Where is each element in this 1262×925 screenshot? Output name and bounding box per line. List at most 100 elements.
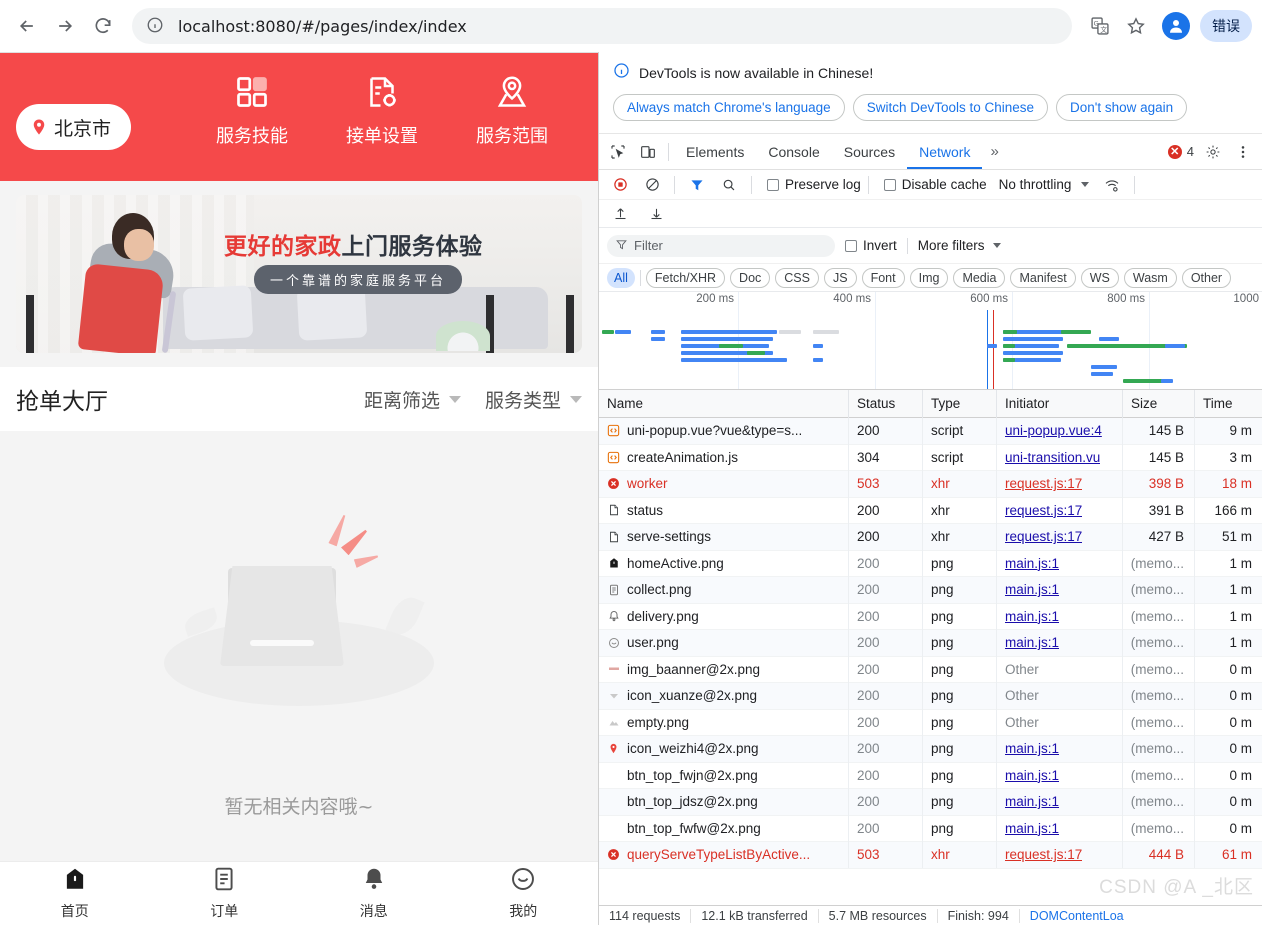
tab-messages[interactable]: 消息 [299, 866, 449, 921]
page-info-icon[interactable] [146, 16, 166, 36]
column-header-initiator[interactable]: Initiator [997, 390, 1123, 418]
initiator-link[interactable]: main.js:1 [1005, 556, 1059, 571]
table-row[interactable]: homeActive.png 200 png main.js:1 (memo... 1 m [599, 550, 1262, 577]
forward-arrow-icon[interactable] [48, 9, 82, 43]
filter-input[interactable]: Filter [607, 234, 835, 257]
more-filters-dropdown[interactable]: More filters [918, 238, 1001, 253]
table-row[interactable]: empty.png 200 png Other (memo... 0 m [599, 709, 1262, 736]
type-chip-other[interactable]: Other [1181, 267, 1232, 288]
tab-sources[interactable]: Sources [832, 134, 907, 169]
table-row[interactable]: btn_top_fwjn@2x.png 200 png main.js:1 (memo.… [599, 762, 1262, 789]
tab-orders[interactable]: 订单 [150, 866, 300, 921]
table-row[interactable]: uni-popup.vue?vue&type=s... 200 script uni-… [599, 417, 1262, 445]
table-row[interactable]: btn_top_fwfw@2x.png 200 png main.js:1 (memo.… [599, 815, 1262, 842]
tab-profile[interactable]: 我的 [449, 866, 599, 921]
initiator-link[interactable]: main.js:1 [1005, 768, 1059, 783]
type-chip-css[interactable]: CSS [775, 267, 819, 288]
initiator-link[interactable]: request.js:17 [1005, 476, 1082, 491]
network-conditions-icon[interactable] [1097, 171, 1127, 199]
tab-elements[interactable]: Elements [674, 134, 756, 169]
type-chip-media[interactable]: Media [953, 267, 1006, 288]
address-bar[interactable]: localhost:8080/#/pages/index/index [132, 8, 1072, 44]
back-arrow-icon[interactable] [10, 9, 44, 43]
type-chip-manifest[interactable]: Manifest [1010, 267, 1076, 288]
three-dot-menu-icon[interactable] [1228, 138, 1258, 166]
profile-avatar-icon[interactable] [1162, 12, 1190, 40]
city-selector[interactable]: 北京市 [16, 104, 132, 150]
checkbox-box [845, 239, 857, 252]
type-chip-js[interactable]: JS [823, 267, 857, 288]
initiator-link[interactable]: request.js:17 [1005, 529, 1082, 544]
funnel-icon[interactable] [682, 171, 712, 199]
initiator-link[interactable]: main.js:1 [1005, 821, 1059, 836]
table-row[interactable]: icon_xuanze@2x.png 200 png Other (memo... 0 m [599, 682, 1262, 710]
invert-checkbox[interactable]: Invert [845, 238, 897, 253]
inspect-element-icon[interactable] [603, 138, 633, 166]
table-row[interactable]: btn_top_jdsz@2x.png 200 png main.js:1 (memo.… [599, 788, 1262, 816]
initiator-link[interactable]: request.js:17 [1005, 847, 1082, 862]
star-icon[interactable] [1120, 10, 1152, 42]
column-header-size[interactable]: Size [1123, 390, 1195, 418]
type-chip-img[interactable]: Img [909, 267, 949, 288]
table-row[interactable]: queryServeTypeListByActive... 503 xhr reque… [599, 841, 1262, 869]
cell-size: 444 B [1123, 841, 1195, 868]
always-match-language-button[interactable]: Always match Chrome's language [613, 94, 845, 121]
filter-service-type[interactable]: 服务类型 [485, 386, 582, 413]
error-badge[interactable]: ✕ 4 [1167, 144, 1198, 159]
table-row[interactable]: user.png 200 png main.js:1 (memo... 1 m [599, 629, 1262, 657]
type-chip-fetchxhr[interactable]: Fetch/XHR [645, 267, 726, 288]
dont-show-again-button[interactable]: Don't show again [1056, 94, 1188, 121]
chevron-double-right-icon[interactable]: » [982, 143, 1006, 160]
table-row[interactable]: createAnimation.js 304 script uni-transitio… [599, 444, 1262, 471]
table-row[interactable]: delivery.png 200 png main.js:1 (memo... 1 m [599, 603, 1262, 630]
type-chip-all[interactable]: All [607, 267, 635, 288]
type-chip-font[interactable]: Font [861, 267, 905, 288]
tab-home[interactable]: 首页 [0, 866, 150, 921]
header-action-order-settings[interactable]: 接单设置 [317, 71, 447, 148]
throttling-select[interactable]: No throttling [999, 177, 1072, 192]
clear-no-entry-icon[interactable] [637, 171, 667, 199]
device-toolbar-icon[interactable] [633, 138, 663, 166]
header-action-service-area[interactable]: 服务范围 [447, 71, 577, 148]
initiator-link[interactable]: main.js:1 [1005, 635, 1059, 650]
promo-banner[interactable]: 更好的家政上门服务体验 一个靠谱的家庭服务平台 [16, 195, 582, 353]
tab-network[interactable]: Network [907, 134, 982, 169]
type-chip-wasm[interactable]: Wasm [1123, 267, 1177, 288]
translate-icon[interactable]: G 文 [1084, 10, 1116, 42]
column-header-status[interactable]: Status [849, 390, 923, 418]
filter-distance[interactable]: 距离筛选 [364, 386, 461, 413]
initiator-link[interactable]: main.js:1 [1005, 741, 1059, 756]
chevron-down-icon[interactable] [1081, 182, 1090, 187]
tab-console[interactable]: Console [756, 134, 831, 169]
table-row[interactable]: status 200 xhr request.js:17 391 B 166 m [599, 497, 1262, 524]
initiator-link[interactable]: request.js:17 [1005, 503, 1082, 518]
switch-to-chinese-button[interactable]: Switch DevTools to Chinese [852, 94, 1049, 121]
network-overview-timeline[interactable]: 200 ms 400 ms 600 ms 800 ms 1000 [599, 292, 1262, 390]
initiator-link[interactable]: main.js:1 [1005, 582, 1059, 597]
initiator-link[interactable]: uni-transition.vu [1005, 450, 1100, 465]
table-row[interactable]: collect.png 200 png main.js:1 (memo... 1 m [599, 576, 1262, 604]
gear-icon[interactable] [1198, 138, 1228, 166]
search-icon[interactable] [714, 171, 744, 199]
cell-initiator: main.js:1 [997, 603, 1123, 630]
table-row[interactable]: worker 503 xhr request.js:17 398 B 18 m [599, 470, 1262, 498]
export-har-icon[interactable] [641, 200, 671, 228]
type-chip-ws[interactable]: WS [1080, 267, 1119, 288]
preserve-log-checkbox[interactable]: Preserve log [767, 177, 861, 192]
import-har-icon[interactable] [605, 200, 635, 228]
disable-cache-checkbox[interactable]: Disable cache [883, 177, 987, 192]
table-row[interactable]: serve-settings 200 xhr request.js:17 427 B 51… [599, 523, 1262, 551]
column-header-time[interactable]: Time [1195, 390, 1262, 418]
reload-icon[interactable] [86, 9, 120, 43]
column-header-name[interactable]: Name [599, 390, 849, 418]
initiator-link[interactable]: main.js:1 [1005, 794, 1059, 809]
error-chip[interactable]: 错误 [1200, 10, 1252, 42]
column-header-type[interactable]: Type [923, 390, 997, 418]
initiator-link[interactable]: uni-popup.vue:4 [1005, 423, 1102, 438]
type-chip-doc[interactable]: Doc [730, 267, 771, 288]
table-row[interactable]: img_baanner@2x.png 200 png Other (memo... 0 m [599, 656, 1262, 683]
header-action-skills[interactable]: 服务技能 [187, 71, 317, 148]
table-row[interactable]: icon_weizhi4@2x.png 200 png main.js:1 (memo.… [599, 735, 1262, 763]
initiator-link[interactable]: main.js:1 [1005, 609, 1059, 624]
record-stop-icon[interactable] [605, 171, 635, 199]
